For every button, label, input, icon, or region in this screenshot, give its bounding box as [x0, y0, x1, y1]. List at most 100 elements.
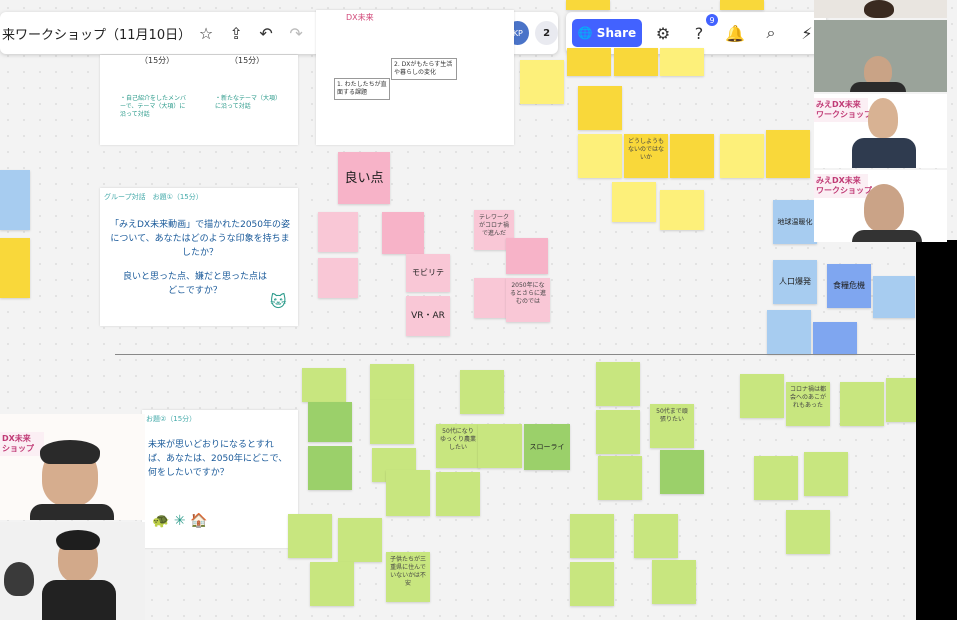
participant-body [852, 230, 922, 242]
sticky-note[interactable] [660, 190, 704, 230]
sticky-note[interactable]: 人口爆発 [773, 260, 817, 304]
frame-header: DX未来 [346, 13, 374, 22]
search-icon[interactable]: ⌕ [756, 18, 786, 48]
collaborator-count[interactable]: 2 [535, 21, 558, 45]
sticky-note[interactable] [0, 238, 30, 298]
sticky-note[interactable] [804, 452, 848, 496]
sticky-note[interactable] [634, 514, 678, 558]
frame-title: グループ対話 お題①（15分） [104, 193, 203, 201]
sticky-note[interactable] [720, 134, 764, 178]
sticky-note[interactable] [0, 170, 30, 230]
sticky-note[interactable] [382, 212, 424, 254]
sticky-note[interactable] [478, 424, 522, 468]
sticky-note[interactable] [370, 364, 414, 400]
sticky-note[interactable] [436, 472, 480, 516]
sticky-note[interactable] [578, 86, 622, 130]
sticky-note[interactable] [520, 60, 564, 104]
sticky-note[interactable]: 地球温暖化 [773, 200, 817, 244]
settings-icon[interactable]: ⚙ [648, 18, 678, 48]
sticky-note[interactable] [886, 378, 916, 422]
sticky-note[interactable] [660, 48, 704, 76]
sticky-note[interactable] [506, 238, 548, 274]
participant-video[interactable]: みえDX未来 ワークショップ [814, 170, 947, 242]
sticky-note[interactable]: 食糧危機 [827, 264, 871, 308]
frame-text: 1. わたしたちが直面する課題 [334, 78, 390, 100]
sticky-note[interactable]: コロナ禍は都会へのあこがれもあった [786, 382, 830, 426]
sticky-note[interactable] [288, 514, 332, 558]
sticky-note[interactable] [460, 370, 504, 414]
share-label: Share [596, 26, 637, 40]
bell-icon[interactable]: 🔔 [720, 18, 750, 48]
redo-icon[interactable]: ↷ [281, 18, 311, 48]
upload-icon[interactable]: ⇪ [221, 18, 251, 48]
instruction-frame[interactable]: お題②（15分） 未来が思いどおりになるとすれば、あなたは、2050年にどこで、… [142, 410, 298, 548]
participant-head [864, 184, 904, 232]
frame-text: （15分） [230, 56, 265, 65]
help-badge: 9 [706, 14, 718, 26]
sticky-note[interactable] [570, 514, 614, 558]
participant-body [852, 138, 916, 168]
sticky-note[interactable] [310, 562, 354, 606]
sticky-note[interactable] [720, 0, 764, 10]
sticky-note[interactable]: 2050年になるとさらに進むのでは [506, 278, 550, 322]
frame-question: 良いと思った点、嫌だと思った点はどこですか？ [122, 272, 267, 296]
sticky-note[interactable] [598, 456, 642, 500]
sticky-note[interactable] [873, 276, 915, 318]
sticky-note[interactable]: 良い点 [338, 152, 390, 204]
sticky-note[interactable] [786, 510, 830, 554]
participant-head [864, 0, 894, 18]
sticky-note[interactable] [370, 400, 414, 444]
sticky-note[interactable]: どうしようもないのではないか [624, 134, 668, 178]
sticky-note[interactable] [740, 374, 784, 418]
participant-video[interactable] [0, 522, 145, 620]
sticky-note[interactable] [318, 258, 358, 298]
sticky-note[interactable]: 50代になりゆっくり農業したい [436, 424, 480, 468]
instruction-frame[interactable]: （15分） （15分） ・自己紹介をしたメンバーで、テーマ（大項）に沿って対話 … [100, 55, 298, 145]
sticky-note[interactable] [754, 456, 798, 500]
instruction-frame[interactable]: DX未来 1. わたしたちが直面する課題 2. DXがもたらす生活や暮らしの変化 [316, 10, 514, 145]
sticky-note[interactable] [596, 410, 640, 454]
instruction-frame[interactable]: グループ対話 お題①（15分） 「みえDX未来動画」で描かれた2050年の姿につ… [100, 188, 298, 326]
participant-head [4, 562, 34, 596]
sticky-note[interactable] [302, 368, 346, 402]
sticky-note[interactable] [612, 182, 656, 222]
participant-body [850, 82, 906, 92]
sticky-note[interactable] [338, 518, 382, 562]
sticky-note[interactable] [570, 562, 614, 606]
help-icon[interactable]: ? 9 [684, 14, 718, 48]
sticky-note[interactable] [308, 402, 352, 442]
participant-video[interactable] [814, 20, 947, 92]
sticky-note[interactable] [567, 48, 611, 76]
sticky-note[interactable]: スローライフ [524, 424, 570, 470]
sticky-note[interactable] [652, 560, 696, 604]
mascot-icon: 🐱 [270, 292, 287, 311]
sticky-note[interactable] [566, 0, 610, 10]
participant-video[interactable]: DX未来 ショップ [0, 414, 145, 520]
sticky-note[interactable] [614, 48, 658, 76]
sticky-note[interactable]: 50代まで頑張りたい [650, 404, 694, 448]
sticky-note[interactable] [596, 362, 640, 406]
board-title[interactable]: 来ワークショップ（11月10日） [0, 24, 191, 43]
sticky-note[interactable] [766, 130, 810, 178]
sticky-note[interactable] [318, 212, 358, 252]
star-icon[interactable]: ☆ [191, 18, 221, 48]
undo-icon[interactable]: ↶ [251, 18, 281, 48]
sticky-note[interactable]: VR・AR [406, 296, 450, 336]
sticky-note[interactable] [813, 322, 857, 354]
frame-text: ・新たなテーマ（大項）に沿って対話 [215, 95, 282, 110]
share-button[interactable]: 🌐 Share [572, 19, 642, 47]
sticky-note[interactable] [840, 382, 884, 426]
sticky-note[interactable] [386, 470, 430, 516]
globe-icon: 🌐 [577, 26, 593, 40]
participant-video[interactable] [814, 0, 947, 18]
sticky-note[interactable]: 子供たちが三重県に住んでいないかは不安 [386, 552, 430, 602]
sticky-note[interactable]: モビリティ [406, 254, 450, 292]
sticky-note[interactable] [767, 310, 811, 354]
frame-question: 「みえDX未来動画」で描かれた2050年の姿について、あなたはどのような印象を持… [110, 220, 291, 258]
participant-video[interactable]: みえDX未来 ワークショップ [814, 94, 947, 168]
sticky-note[interactable] [578, 134, 622, 178]
sticky-note[interactable] [308, 446, 352, 490]
sticky-note[interactable] [670, 134, 714, 178]
section-divider [115, 354, 915, 355]
sticky-note[interactable] [660, 450, 704, 494]
